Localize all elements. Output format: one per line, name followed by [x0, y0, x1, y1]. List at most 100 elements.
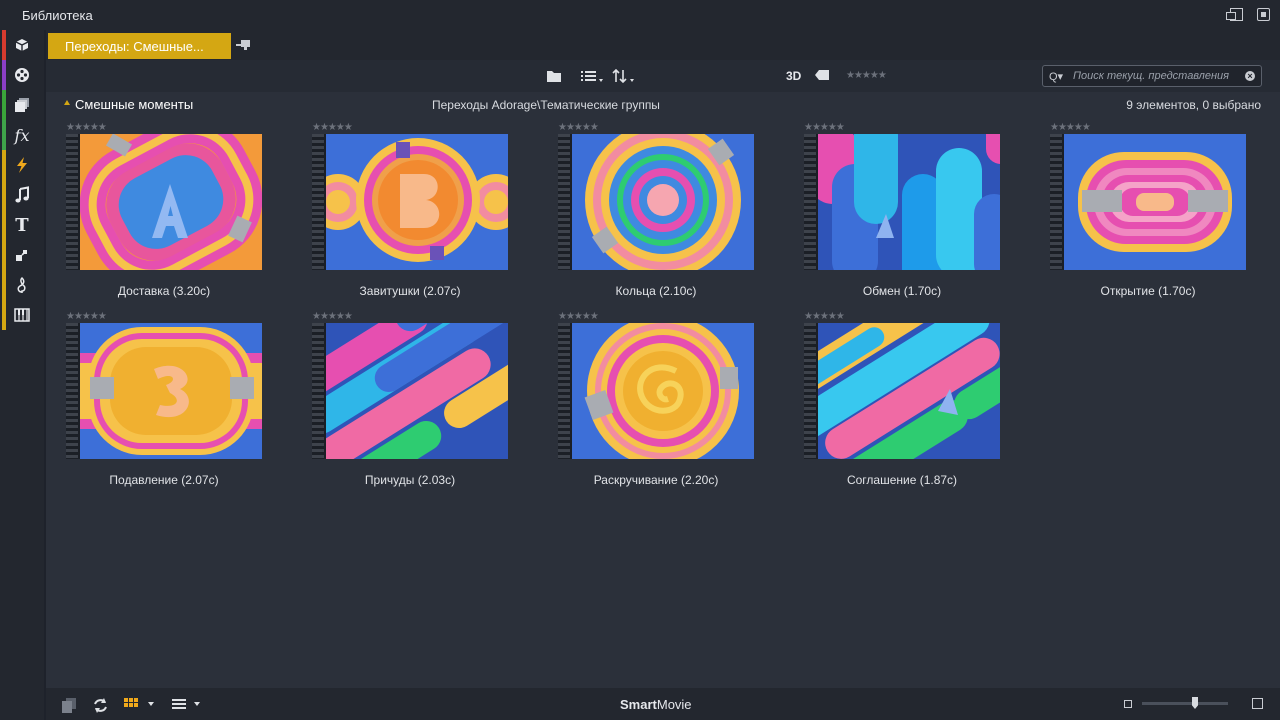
list-item[interactable]: ★★★★★ Завитушки (2.07с) [292, 122, 508, 302]
folder-icon[interactable] [546, 69, 563, 83]
list-item[interactable]: ★★★★★ Обмен (1.70с) [784, 122, 1000, 302]
item-name: Открытие (1.70с) [1100, 284, 1196, 298]
rating-filter[interactable]: ★★★★★ [846, 70, 887, 81]
item-rating[interactable]: ★★★★★ [558, 122, 599, 133]
item-name: Доставка (3.20с) [117, 284, 211, 298]
group-count: 9 элементов, 0 выбрано [1126, 98, 1261, 112]
item-thumbnail[interactable] [312, 134, 508, 270]
music-note-icon [15, 186, 29, 203]
sidebar-item-audio[interactable] [0, 300, 44, 330]
group-name[interactable]: Смешные моменты [75, 97, 193, 112]
item-thumbnail[interactable] [558, 134, 754, 270]
item-thumbnail[interactable] [66, 134, 262, 270]
brand-bold: Smart [620, 697, 657, 712]
list-item[interactable]: ★★★★★ Подавление (2.07с) [46, 311, 262, 491]
item-name: Соглашение (1.87с) [846, 473, 958, 487]
list-view-icon[interactable] [581, 69, 605, 83]
bottom-bar: SmartMovie [46, 688, 1280, 720]
group-header: Смешные моменты Переходы Adorage\Тематич… [46, 92, 1280, 116]
filmstrip-edge [804, 323, 816, 459]
item-name: Кольца (2.10с) [615, 284, 697, 298]
item-rating[interactable]: ★★★★★ [804, 122, 845, 133]
3d-toggle[interactable]: 3D [786, 69, 801, 83]
sidebar-item-effects[interactable]: fx [0, 120, 44, 150]
sidebar-item-montage[interactable] [0, 240, 44, 270]
copy-icon[interactable] [62, 698, 76, 713]
menu-icon[interactable] [172, 698, 204, 710]
undock-icon[interactable] [1226, 8, 1243, 21]
item-rating[interactable]: ★★★★★ [558, 311, 599, 322]
smartmovie-button[interactable]: SmartMovie [620, 697, 692, 712]
grid-view-icon[interactable] [124, 698, 158, 710]
search-icon[interactable]: Q▾ [1049, 70, 1063, 83]
library-main: Переходы: Смешные... 3D ★★★★★ Q▾ × Смешн… [46, 30, 1280, 720]
transition-icon [17, 157, 27, 173]
sidebar-item-scorefitter[interactable] [0, 270, 44, 300]
list-item[interactable]: ★★★★★ Раскручивание (2.20с) [538, 311, 754, 491]
stack-icon [15, 98, 29, 112]
search-box[interactable]: Q▾ × [1042, 65, 1262, 87]
item-thumbnail[interactable] [312, 323, 508, 459]
item-name: Причуды (2.03с) [364, 473, 456, 487]
item-rating[interactable]: ★★★★★ [66, 311, 107, 322]
sidebar-item-music[interactable] [0, 180, 44, 210]
tab-transitions[interactable]: Переходы: Смешные... [48, 33, 231, 59]
filmstrip-edge [558, 134, 570, 270]
library-sidebar: fx T [0, 30, 44, 720]
piano-icon [14, 308, 30, 322]
group-path: Переходы Adorage\Тематические группы [432, 98, 660, 112]
search-input[interactable] [1073, 68, 1241, 84]
item-thumbnail[interactable] [1050, 134, 1246, 270]
list-item[interactable]: ★★★★★ Доставка (3.20с) [46, 122, 262, 302]
title-icon: T [15, 214, 29, 236]
sidebar-item-titles[interactable]: T [0, 210, 44, 240]
item-name: Подавление (2.07с) [109, 473, 219, 487]
item-rating[interactable]: ★★★★★ [312, 311, 353, 322]
tag-icon[interactable] [814, 69, 830, 81]
thumbnail-size-slider[interactable] [1142, 697, 1228, 709]
item-rating[interactable]: ★★★★★ [1050, 122, 1091, 133]
large-thumbnail-icon[interactable] [1252, 698, 1263, 709]
sidebar-item-video[interactable] [0, 60, 44, 90]
sidebar-item-projects[interactable] [0, 30, 44, 60]
montage-icon [16, 250, 27, 261]
refresh-icon[interactable] [93, 698, 108, 713]
filmstrip-edge [558, 323, 570, 459]
filmstrip-edge [804, 134, 816, 270]
tab-bar: Переходы: Смешные... [46, 30, 1280, 60]
item-rating[interactable]: ★★★★★ [312, 122, 353, 133]
collapse-group-icon[interactable] [64, 100, 70, 105]
item-thumbnail[interactable] [558, 323, 754, 459]
clear-search-icon[interactable]: × [1245, 71, 1255, 81]
list-item[interactable]: ★★★★★ Причуды (2.03с) [292, 311, 508, 491]
title-bar: Библиотека [0, 0, 1280, 30]
window-title: Библиотека [22, 7, 93, 23]
item-name: Раскручивание (2.20с) [593, 473, 719, 487]
brand-regular: Movie [656, 697, 692, 712]
item-thumbnail[interactable] [66, 323, 262, 459]
item-name: Обмен (1.70с) [862, 284, 942, 298]
item-rating[interactable]: ★★★★★ [66, 122, 107, 133]
item-name: Завитушки (2.07с) [359, 284, 461, 298]
restore-icon[interactable] [1257, 8, 1270, 21]
box-icon [15, 39, 29, 51]
item-thumbnail[interactable] [804, 134, 1000, 270]
small-thumbnail-icon[interactable] [1124, 700, 1132, 708]
sidebar-item-transitions[interactable] [0, 150, 44, 180]
filmstrip-edge [312, 134, 324, 270]
score-icon [17, 276, 26, 293]
pin-icon[interactable] [236, 38, 252, 52]
item-rating[interactable]: ★★★★★ [804, 311, 845, 322]
list-item[interactable]: ★★★★★ Соглашение (1.87с) [784, 311, 1000, 491]
fx-icon: fx [14, 125, 30, 145]
filmstrip-edge [66, 323, 78, 459]
slider-handle[interactable] [1192, 697, 1198, 709]
sidebar-item-collections[interactable] [0, 90, 44, 120]
list-item[interactable]: ★★★★★ Открытие (1.70с) [1030, 122, 1246, 302]
item-thumbnail[interactable] [804, 323, 1000, 459]
filmstrip-edge [312, 323, 324, 459]
film-reel-icon [15, 68, 29, 82]
list-item[interactable]: ★★★★★ Кольца (2.10с) [538, 122, 754, 302]
sort-icon[interactable] [612, 69, 636, 83]
toolbar: 3D ★★★★★ Q▾ × [46, 60, 1280, 92]
